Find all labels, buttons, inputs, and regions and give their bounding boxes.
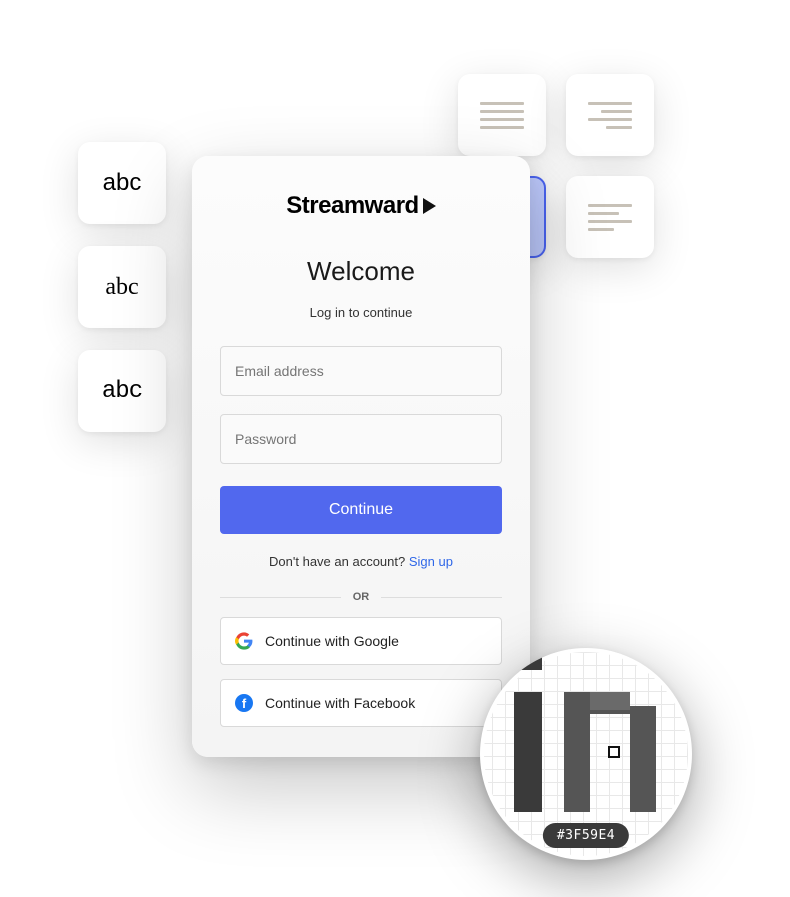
or-label: OR xyxy=(353,591,370,603)
align-justify-icon xyxy=(480,102,524,129)
welcome-heading: Welcome xyxy=(220,256,502,287)
facebook-icon: f xyxy=(235,694,253,712)
font-sample-sans[interactable]: abc xyxy=(78,142,166,224)
continue-facebook-button[interactable]: f Continue with Facebook xyxy=(220,679,502,727)
or-divider: OR xyxy=(220,591,502,603)
hex-color-value: #3F59E4 xyxy=(543,823,629,848)
signup-link[interactable]: Sign up xyxy=(409,554,453,569)
google-icon xyxy=(235,632,253,650)
font-sample-mono[interactable]: abc xyxy=(78,350,166,432)
align-right-icon xyxy=(588,102,632,129)
email-field[interactable] xyxy=(220,346,502,396)
google-button-label: Continue with Google xyxy=(265,633,399,649)
font-sample-label: abc xyxy=(102,378,142,405)
eyedropper-cursor-icon xyxy=(608,746,620,758)
align-right-button[interactable] xyxy=(566,74,654,156)
font-sample-label: abc xyxy=(103,169,142,197)
brand-logo: Streamward xyxy=(220,192,502,220)
no-account-text: Don't have an account? xyxy=(269,554,409,569)
align-left-icon xyxy=(588,204,632,231)
brand-name: Streamward xyxy=(286,192,418,220)
font-sample-serif[interactable]: abc xyxy=(78,246,166,328)
login-subtitle: Log in to continue xyxy=(220,305,502,320)
continue-google-button[interactable]: Continue with Google xyxy=(220,617,502,665)
password-field[interactable] xyxy=(220,414,502,464)
signup-row: Don't have an account? Sign up xyxy=(220,554,502,569)
color-eyedropper-lens[interactable]: #3F59E4 xyxy=(480,648,692,860)
continue-button[interactable]: Continue xyxy=(220,486,502,534)
divider-line xyxy=(220,597,341,598)
divider-line xyxy=(381,597,502,598)
align-left-button[interactable] xyxy=(566,176,654,258)
facebook-button-label: Continue with Facebook xyxy=(265,695,415,711)
font-sample-tiles: abc abc abc xyxy=(78,142,166,432)
font-sample-label: abc xyxy=(105,274,138,301)
play-icon xyxy=(423,198,436,214)
align-justify-button[interactable] xyxy=(458,74,546,156)
